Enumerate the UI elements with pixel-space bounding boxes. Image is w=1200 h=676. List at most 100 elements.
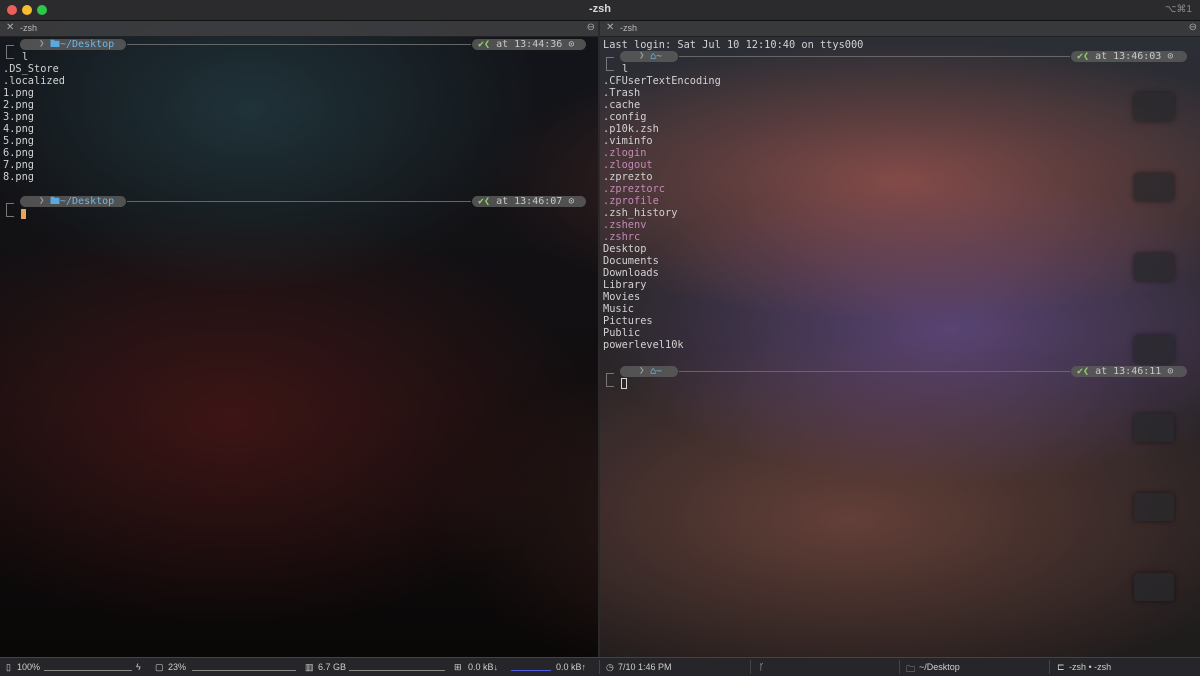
- prompt-path: ~/Desktop: [60, 39, 115, 50]
- window-shortcut: ⌥⌘1: [1164, 4, 1192, 15]
- prompt-rule: [679, 371, 1070, 372]
- left-tab-bar[interactable]: ✕ -zsh ⊖: [0, 21, 598, 37]
- prompt-path: ~: [656, 51, 663, 62]
- clock-icon: ⊙: [568, 196, 575, 207]
- right-tab-bar[interactable]: ✕ -zsh ⊖: [600, 21, 1200, 37]
- list-item: Pictures: [603, 315, 653, 327]
- chevron-right-icon: ❯: [39, 39, 45, 49]
- prompt-segment: ❯ ⌂~: [620, 366, 678, 377]
- clock-icon: ⊙: [568, 39, 575, 50]
- list-item: Documents: [603, 255, 659, 267]
- right-terminal-pane[interactable]: Last login: Sat Jul 10 12:10:40 on ttys0…: [600, 37, 1200, 657]
- prompt-time: at 13:46:03: [1095, 51, 1162, 62]
- list-item: .Trash: [603, 87, 641, 99]
- prompt-bracket: [6, 45, 14, 59]
- folder-icon: 🖿: [50, 196, 60, 207]
- prompt-rule: [127, 201, 471, 202]
- network-sparkline: [511, 664, 551, 671]
- list-item: .zlogout: [603, 159, 653, 171]
- cpu-sparkline: [192, 664, 296, 671]
- text-cursor[interactable]: [621, 378, 627, 389]
- list-item: 1.png: [3, 87, 34, 99]
- left-tab-label[interactable]: -zsh: [20, 23, 37, 33]
- battery-sparkline: [44, 664, 132, 671]
- status-separator: [599, 660, 600, 674]
- prompt-segment: ❯ 🖿~/Desktop: [20, 196, 126, 207]
- list-item: 2.png: [3, 99, 34, 111]
- cpu-usage: 23%: [168, 662, 187, 672]
- check-icon: ✔❮: [1077, 51, 1090, 62]
- command-text: l: [622, 63, 629, 75]
- clock-icon: ⊙: [1167, 366, 1174, 377]
- terminal-window: -zsh ⌥⌘1 ✕ -zsh ⊖ ✕ -zsh ⊖ ❯ 🖿~/Desktop …: [0, 0, 1200, 676]
- list-item: .zshenv: [603, 219, 647, 231]
- close-icon[interactable]: ✕: [6, 22, 14, 33]
- network-down: 0.0 kB↓: [468, 662, 499, 672]
- dock-thumbnail: [1134, 93, 1174, 121]
- right-tab-label[interactable]: -zsh: [620, 23, 637, 33]
- prompt-time: at 13:46:07: [496, 196, 563, 207]
- title-bar: -zsh ⌥⌘1: [0, 0, 1200, 21]
- dock-thumbnail: [1134, 493, 1174, 521]
- memory-icon: ▥: [305, 662, 314, 672]
- list-item: Downloads: [603, 267, 659, 279]
- status-clock: 7/10 1:46 PM: [618, 662, 672, 672]
- prompt-status: ✔❮ at 13:46:07 ⊙: [472, 196, 586, 207]
- check-icon: ✔❮: [478, 196, 491, 207]
- dock-thumbnail: [1134, 335, 1174, 363]
- network-icon: ⊞: [454, 662, 462, 672]
- text-cursor[interactable]: [21, 209, 26, 219]
- prompt-status: ✔❮ at 13:46:03 ⊙: [1071, 51, 1187, 62]
- check-icon: ✔❮: [1077, 366, 1090, 377]
- chevron-right-icon: ❯: [639, 51, 645, 61]
- list-item: .cache: [603, 99, 641, 111]
- list-item: 6.png: [3, 147, 34, 159]
- list-item: Movies: [603, 291, 641, 303]
- list-item: .zlogin: [603, 147, 647, 159]
- close-icon[interactable]: ✕: [606, 22, 614, 33]
- list-item: .config: [603, 111, 647, 123]
- prompt-segment: ❯ ⌂~: [620, 51, 678, 62]
- list-item: 8.png: [3, 171, 34, 183]
- folder-icon: 🗀: [906, 664, 916, 674]
- list-item: .zshrc: [603, 231, 641, 243]
- prompt-segment: ❯ 🖿~/Desktop: [20, 39, 126, 50]
- memory-sparkline: [349, 664, 445, 671]
- list-item: Library: [603, 279, 647, 291]
- list-item: Desktop: [603, 243, 647, 255]
- last-login-text: Last login: Sat Jul 10 12:10:40 on ttys0…: [603, 39, 864, 51]
- list-item: .DS_Store: [3, 63, 59, 75]
- list-item: .zprofile: [603, 195, 659, 207]
- status-separator: [1049, 660, 1050, 674]
- dock-thumbnail: [1134, 173, 1174, 201]
- list-item: Music: [603, 303, 634, 315]
- left-terminal-pane[interactable]: ❯ 🖿~/Desktop ✔❮ at 13:44:36 ⊙ l .DS_Stor…: [0, 37, 598, 657]
- check-icon: ✔❮: [478, 39, 491, 50]
- more-options-icon[interactable]: ⊖: [1189, 22, 1197, 33]
- window-title: -zsh: [589, 3, 611, 15]
- prompt-time: at 13:44:36: [496, 39, 563, 50]
- git-branch-icon: ᚴ: [759, 662, 765, 672]
- status-session[interactable]: -zsh • -zsh: [1069, 662, 1111, 672]
- dock-thumbnail: [1134, 573, 1174, 601]
- list-item: .zprezto: [603, 171, 653, 183]
- memory-usage: 6.7 GB: [318, 662, 347, 672]
- dock-thumbnail: [1134, 253, 1174, 281]
- list-item: 7.png: [3, 159, 34, 171]
- more-options-icon[interactable]: ⊖: [587, 22, 595, 33]
- cpu-icon: ▢: [155, 662, 164, 672]
- network-up: 0.0 kB↑: [556, 662, 587, 672]
- list-item: .CFUserTextEncoding: [603, 75, 721, 87]
- prompt-bracket: [606, 57, 614, 71]
- status-separator: [899, 660, 900, 674]
- list-item: .p10k.zsh: [603, 123, 659, 135]
- folder-icon: 🖿: [50, 39, 60, 50]
- prompt-rule: [679, 56, 1070, 57]
- prompt-status: ✔❮ at 13:46:11 ⊙: [1071, 366, 1187, 377]
- battery-level: 100%: [17, 662, 41, 672]
- prompt-status: ✔❮ at 13:44:36 ⊙: [472, 39, 586, 50]
- status-cwd[interactable]: ~/Desktop: [919, 662, 960, 672]
- list-item: Public: [603, 327, 641, 339]
- list-item: 5.png: [3, 135, 34, 147]
- list-item: .viminfo: [603, 135, 653, 147]
